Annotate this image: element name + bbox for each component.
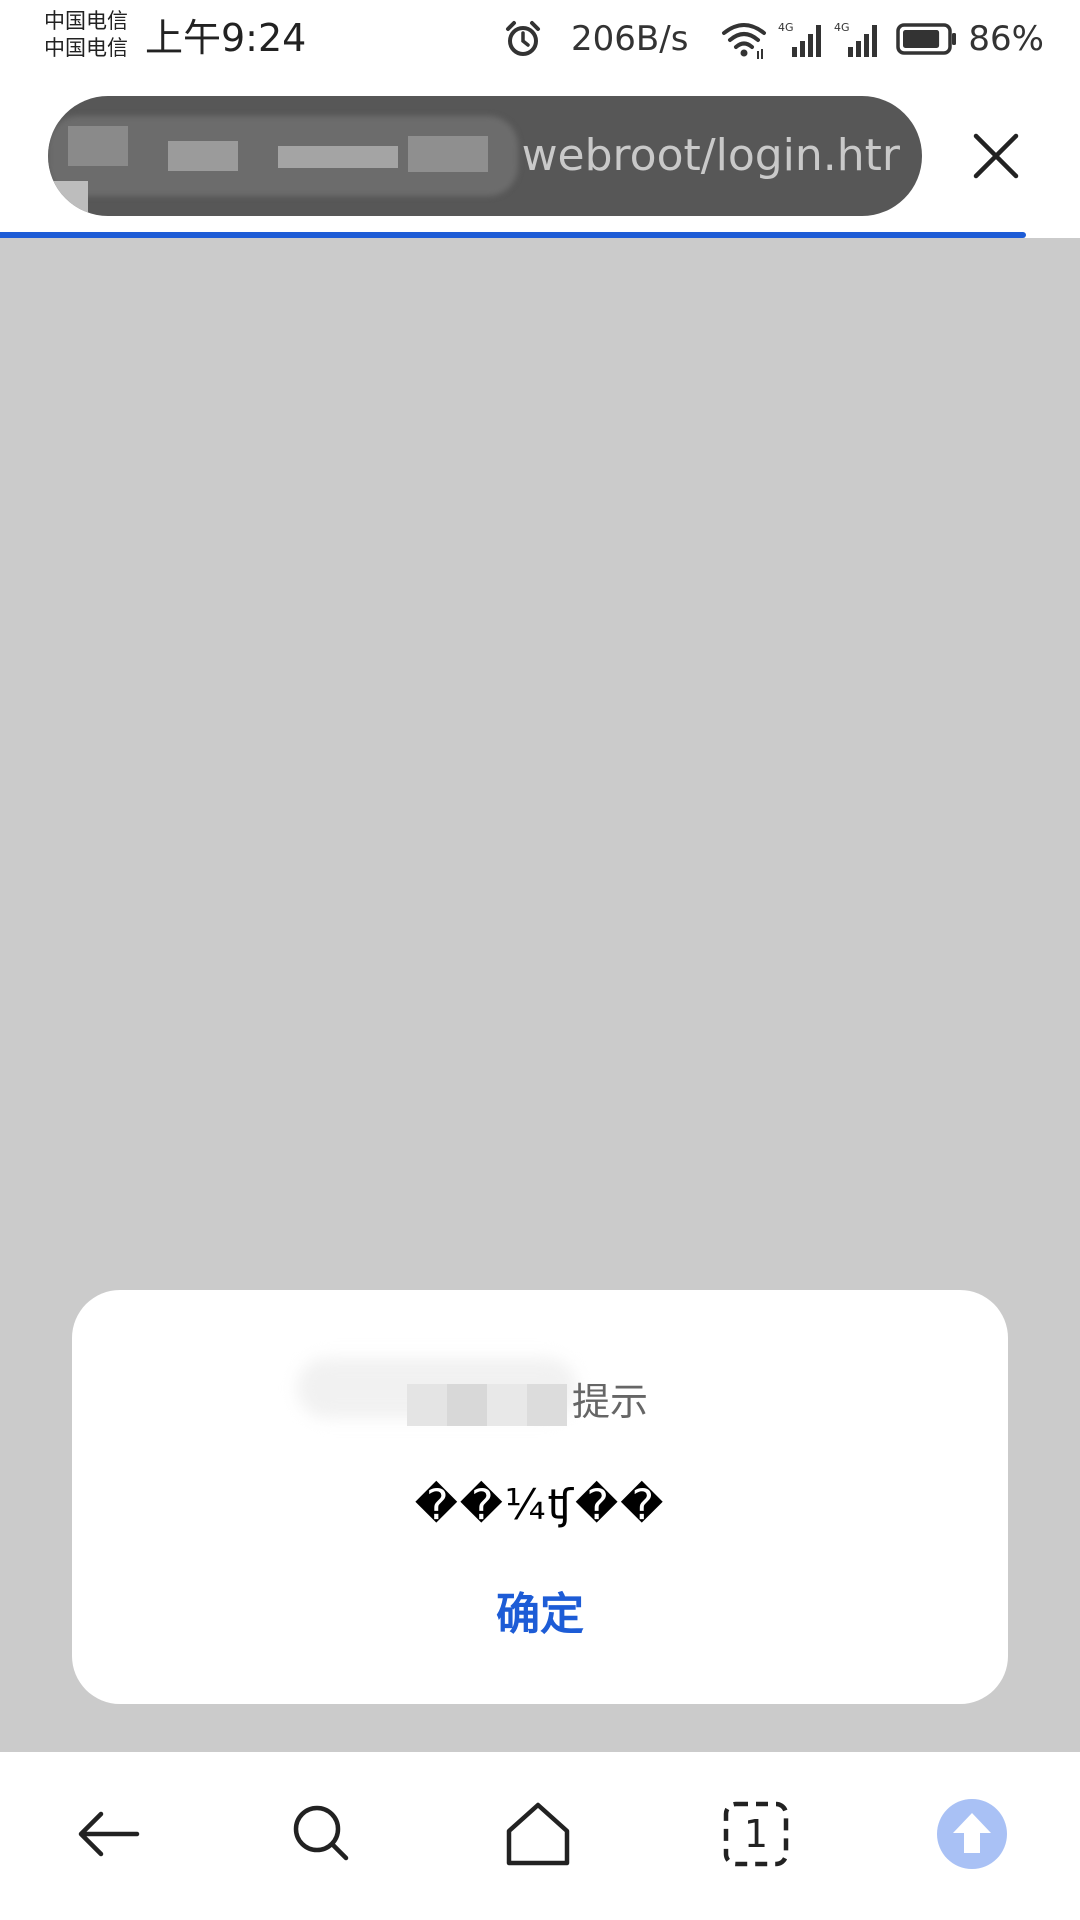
- network-speed: 206B/s: [571, 19, 689, 59]
- confirm-button[interactable]: 确定: [440, 1580, 640, 1650]
- url-field[interactable]: webroot/login.htr: [48, 96, 922, 216]
- back-button[interactable]: [58, 1784, 158, 1884]
- home-icon: [506, 1802, 570, 1866]
- signal-icon: 4G: [778, 19, 824, 59]
- dialog-header: 提示: [72, 1358, 1008, 1434]
- redacted-url-prefix: [48, 96, 518, 216]
- search-icon: [293, 1805, 349, 1861]
- alarm-icon: [506, 21, 541, 56]
- url-text: webroot/login.htr: [521, 130, 900, 181]
- status-indicators: 206B/s 4G 4G 86%: [503, 14, 1044, 64]
- signal-1-label: 4G: [778, 21, 794, 34]
- bottom-navigation: 1: [0, 1752, 1080, 1920]
- web-page-content: 提示 ��¼ʧ�� 确定: [0, 238, 1080, 1752]
- upload-button[interactable]: [922, 1784, 1022, 1884]
- carrier-2: 中国电信: [44, 36, 128, 60]
- carrier-stack: 中国电信 中国电信: [44, 8, 128, 62]
- tabs-button[interactable]: 1: [706, 1784, 806, 1884]
- address-bar: webroot/login.htr: [0, 78, 1080, 238]
- carrier-1: 中国电信: [44, 9, 128, 33]
- battery-icon: [896, 23, 957, 55]
- wifi-icon: [722, 23, 767, 59]
- signal-2-label: 4G: [834, 21, 850, 34]
- dialog-message: ��¼ʧ��: [414, 1480, 666, 1529]
- status-time: 上午9:24: [145, 16, 307, 60]
- back-arrow-icon: [78, 1811, 140, 1857]
- tab-count: 1: [743, 1812, 769, 1856]
- upload-icon: [937, 1799, 1007, 1869]
- search-button[interactable]: [272, 1784, 372, 1884]
- battery-percent: 86%: [968, 19, 1044, 59]
- alert-dialog: 提示 ��¼ʧ�� 确定: [72, 1290, 1008, 1704]
- signal-icon: 4G: [834, 19, 880, 59]
- close-icon[interactable]: [966, 126, 1026, 186]
- redacted-host: [297, 1358, 577, 1428]
- status-bar: 中国电信 中国电信 上午9:24 206B/s 4G 4G 86%: [0, 0, 1080, 78]
- home-button[interactable]: [488, 1784, 588, 1884]
- dialog-title: 提示: [572, 1380, 649, 1424]
